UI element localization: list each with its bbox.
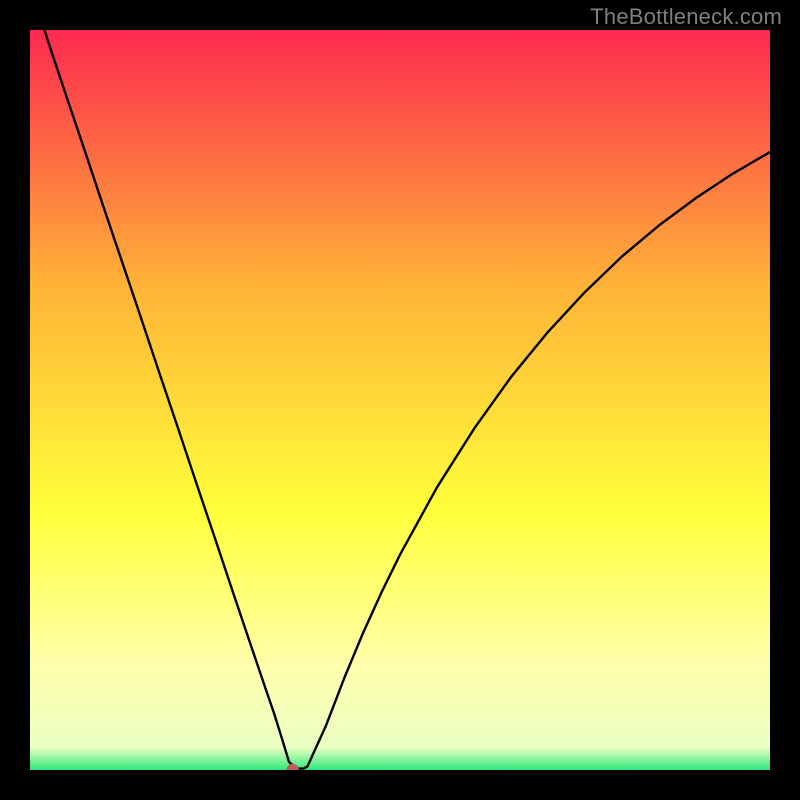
chart-frame: TheBottleneck.com xyxy=(0,0,800,800)
curve-line xyxy=(30,30,770,769)
watermark: TheBottleneck.com xyxy=(590,4,782,30)
chart-overlay xyxy=(30,30,770,770)
curve-minimum-marker xyxy=(286,764,299,770)
plot-area xyxy=(30,30,770,770)
